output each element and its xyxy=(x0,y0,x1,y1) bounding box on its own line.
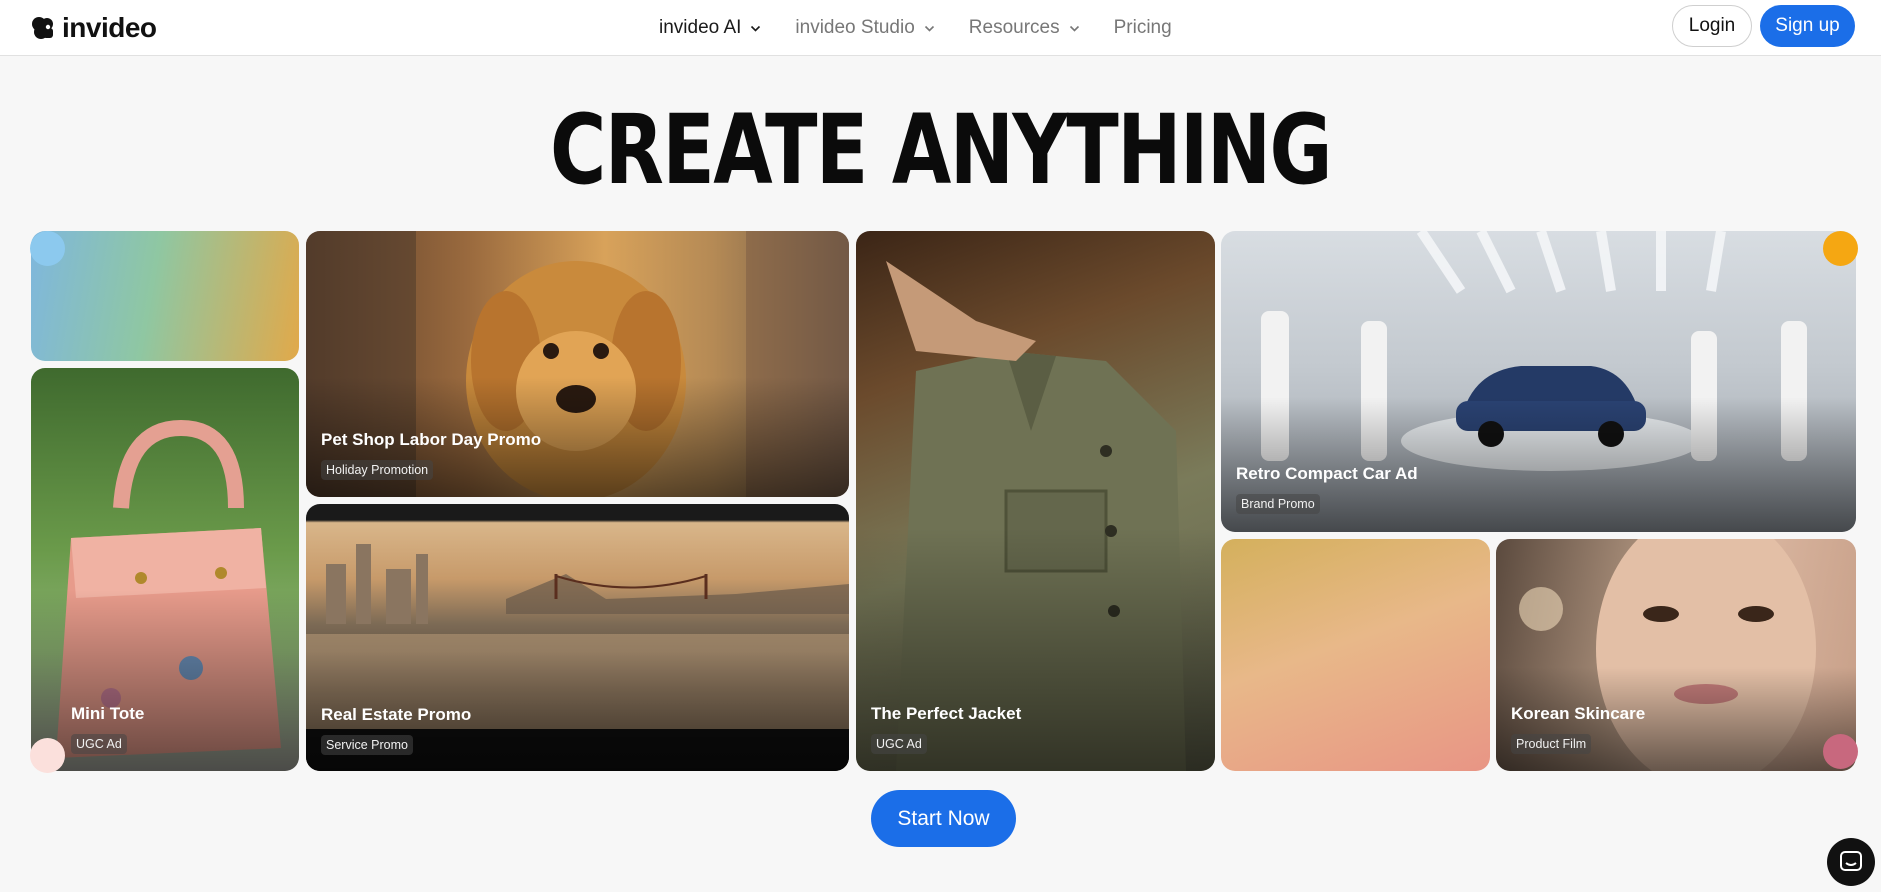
tile-tag: UGC Ad xyxy=(71,734,127,754)
video-tile-mini-tote[interactable]: Mini Tote UGC Ad xyxy=(31,368,299,771)
invideo-logo-icon xyxy=(32,17,53,39)
nav-item-resources[interactable]: Resources xyxy=(969,14,1080,42)
main-nav: invideo AI invideo Studio Resources Pric… xyxy=(659,14,1172,42)
tile-tag: Service Promo xyxy=(321,735,413,755)
tile-tag: UGC Ad xyxy=(871,734,927,754)
chevron-down-icon xyxy=(751,25,761,32)
chat-icon xyxy=(1840,851,1862,871)
tile-title: Retro Compact Car Ad xyxy=(1236,464,1418,483)
decorative-dot xyxy=(1823,734,1858,769)
gradient-tile[interactable] xyxy=(31,231,299,361)
nav-item-label: invideo AI xyxy=(659,17,742,38)
decorative-dot xyxy=(1823,231,1858,266)
tile-tag: Holiday Promotion xyxy=(321,460,434,480)
tile-title: The Perfect Jacket xyxy=(871,704,1022,723)
tile-tag: Brand Promo xyxy=(1236,494,1320,514)
tile-tag: Product Film xyxy=(1511,734,1592,754)
tile-title: Pet Shop Labor Day Promo xyxy=(321,430,542,449)
nav-item-label: Resources xyxy=(968,17,1060,38)
signup-button[interactable]: Sign up xyxy=(1760,5,1855,47)
video-tile-real-estate[interactable]: Real Estate Promo Service Promo xyxy=(306,504,849,771)
video-tile-korean-skincare[interactable]: Korean Skincare Product Film xyxy=(1496,539,1856,771)
brand-name: invideo xyxy=(62,12,157,43)
brand-logo[interactable]: invideo xyxy=(30,12,157,44)
chevron-down-icon xyxy=(924,25,934,32)
nav-item-invideo-ai[interactable]: invideo AI xyxy=(659,14,761,42)
tile-title: Mini Tote xyxy=(71,704,145,723)
login-button[interactable]: Login xyxy=(1672,5,1752,47)
top-navigation-bar: invideo invideo AI invideo Studio Resour… xyxy=(0,0,1881,56)
nav-item-pricing[interactable]: Pricing xyxy=(1114,14,1172,42)
nav-item-label: invideo Studio xyxy=(795,17,915,38)
video-tile-jacket[interactable]: The Perfect Jacket UGC Ad xyxy=(856,231,1215,771)
nav-item-label: Pricing xyxy=(1113,17,1172,38)
nav-item-invideo-studio[interactable]: invideo Studio xyxy=(795,14,934,42)
decorative-dot xyxy=(30,231,65,266)
chevron-down-icon xyxy=(1069,25,1079,32)
tile-title: Korean Skincare xyxy=(1511,704,1646,723)
decorative-dot xyxy=(30,738,65,773)
tile-title: Real Estate Promo xyxy=(321,705,472,724)
video-tile-pet-shop[interactable]: Pet Shop Labor Day Promo Holiday Promoti… xyxy=(306,231,849,497)
start-now-button[interactable]: Start Now xyxy=(871,790,1016,847)
video-tile-car[interactable]: Retro Compact Car Ad Brand Promo xyxy=(1221,231,1856,532)
page-title: CREATE ANYTHING xyxy=(550,94,1332,206)
chat-launcher-button[interactable] xyxy=(1827,838,1875,886)
gradient-tile[interactable] xyxy=(1221,539,1490,771)
